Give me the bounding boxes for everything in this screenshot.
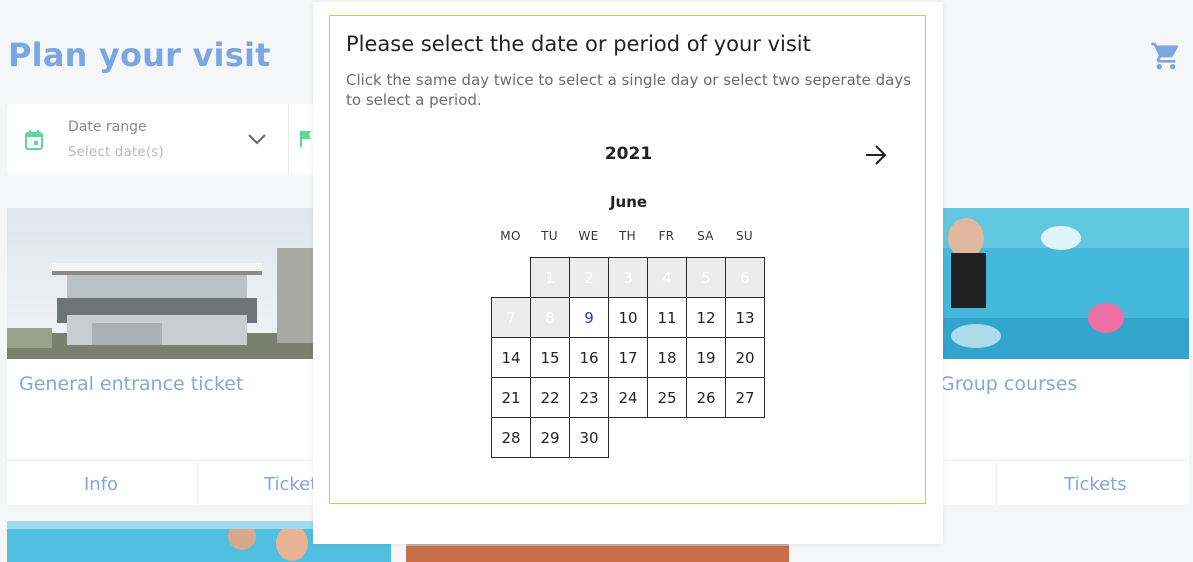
arrow-right-icon[interactable]: [863, 143, 889, 167]
chevron-down-icon[interactable]: [247, 132, 267, 146]
calendar-day[interactable]: 24: [608, 377, 648, 418]
calendar-day[interactable]: 11: [647, 297, 687, 338]
weekday-header: TU: [541, 229, 558, 243]
calendar-day[interactable]: 22: [530, 377, 570, 418]
weekday-header: WE: [578, 229, 599, 243]
info-link[interactable]: Info: [84, 474, 118, 495]
calendar-day[interactable]: 20: [725, 337, 765, 378]
weekday-header: TH: [619, 229, 636, 243]
calendar-day[interactable]: 28: [491, 417, 531, 458]
calendar-day[interactable]: 13: [725, 297, 765, 338]
calendar-day: 4: [647, 257, 687, 298]
weekday-header: MO: [500, 229, 521, 243]
modal-instructions: Click the same day twice to select a sin…: [346, 71, 912, 109]
date-range-filter[interactable]: Date range Select date(s): [7, 104, 313, 175]
calendar-day[interactable]: 19: [686, 337, 726, 378]
calendar-day: 6: [725, 257, 765, 298]
calendar-day[interactable]: 15: [530, 337, 570, 378]
cart-icon[interactable]: [1150, 40, 1182, 72]
calendar-day[interactable]: 30: [569, 417, 609, 458]
card-title[interactable]: General entrance ticket: [19, 373, 243, 395]
calendar-day[interactable]: 26: [686, 377, 726, 418]
calendar-day[interactable]: 23: [569, 377, 609, 418]
year-label: 2021: [604, 144, 653, 164]
card-title[interactable]: Group courses: [940, 373, 1077, 395]
calendar-day[interactable]: 9: [569, 297, 609, 338]
tickets-link[interactable]: Ticket: [264, 474, 317, 495]
page-title: Plan your visit: [8, 36, 271, 74]
calendar-day[interactable]: 25: [647, 377, 687, 418]
weekday-header: SU: [735, 229, 753, 243]
calendar-day[interactable]: 16: [569, 337, 609, 378]
month-label: June: [609, 193, 648, 211]
calendar-icon: [25, 130, 43, 150]
calendar-day[interactable]: 17: [608, 337, 648, 378]
calendar-day: 1: [530, 257, 570, 298]
calendar-day[interactable]: 27: [725, 377, 765, 418]
tickets-link[interactable]: Tickets: [1064, 474, 1127, 495]
weekday-header: FR: [658, 229, 675, 243]
date-picker-panel: Please select the date or period of your…: [329, 15, 926, 504]
filter-value: Select date(s): [68, 145, 165, 160]
filter-label: Date range: [68, 119, 147, 135]
calendar-day[interactable]: 21: [491, 377, 531, 418]
calendar-day: 5: [686, 257, 726, 298]
calendar-day[interactable]: 12: [686, 297, 726, 338]
modal-title: Please select the date or period of your…: [346, 32, 811, 56]
flag-icon[interactable]: [299, 130, 313, 148]
divider: [197, 461, 198, 505]
calendar-day[interactable]: 14: [491, 337, 531, 378]
calendar-day: 2: [569, 257, 609, 298]
calendar-day[interactable]: 18: [647, 337, 687, 378]
calendar-day: 3: [608, 257, 648, 298]
calendar-day[interactable]: 29: [530, 417, 570, 458]
calendar-day: 7: [491, 297, 531, 338]
date-picker-modal: Please select the date or period of your…: [313, 2, 943, 544]
divider: [996, 461, 997, 505]
weekday-header: SA: [697, 229, 714, 243]
filter-divider: [288, 104, 289, 175]
calendar-day: 8: [530, 297, 570, 338]
calendar-day[interactable]: 10: [608, 297, 648, 338]
